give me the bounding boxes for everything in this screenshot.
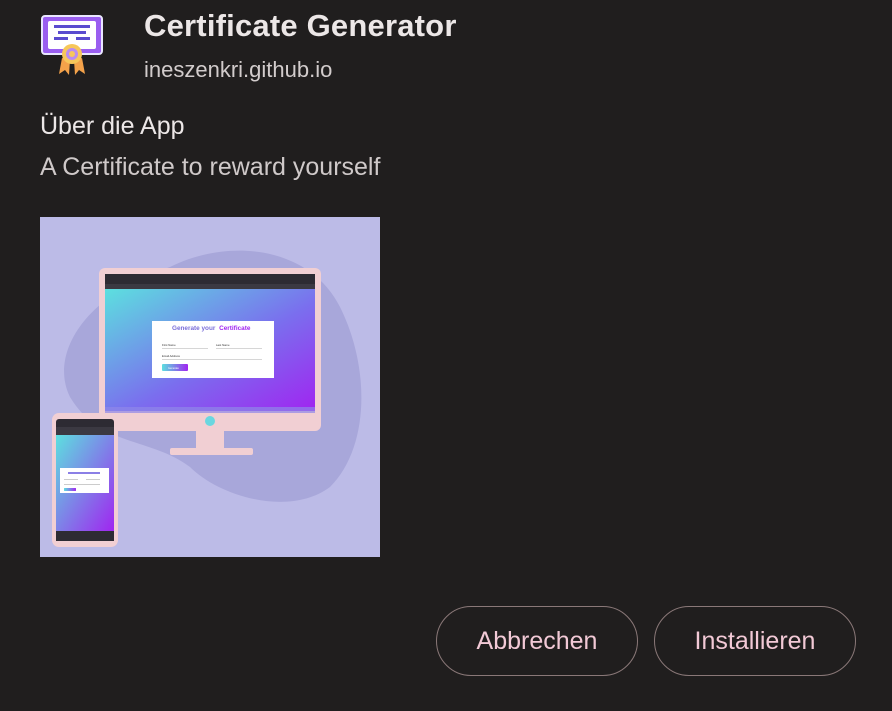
desktop-monitor: Generate your Certificate First Name Las… [99,268,321,455]
screenshot-last-name: Last Name [216,343,230,347]
app-screenshot: Generate your Certificate First Name Las… [40,217,380,557]
screenshot-illustration: Generate your Certificate First Name Las… [52,250,362,547]
app-origin: ineszenkri.github.io [144,57,333,82]
certificate-ribbon-icon [41,15,103,75]
install-button[interactable]: Installieren [654,606,856,676]
about-heading: Über die App [40,112,185,140]
screenshot-headline-1: Generate your [172,325,216,332]
screenshot-email: Email Address [162,354,180,358]
svg-text:Generate your Certif: Generate your Certificate [172,325,251,332]
app-title: Certificate Generator [144,8,457,43]
install-app-dialog: Certificate Generator ineszenkri.github.… [0,0,892,711]
screenshot-submit: Generate [168,366,179,370]
screenshot-first-name: First Name [162,343,176,347]
screenshot-headline-2: Certificate [219,325,251,332]
about-description: A Certificate to reward yourself [40,153,381,181]
phone-mockup [52,413,118,547]
cancel-button[interactable]: Abbrechen [436,606,638,676]
